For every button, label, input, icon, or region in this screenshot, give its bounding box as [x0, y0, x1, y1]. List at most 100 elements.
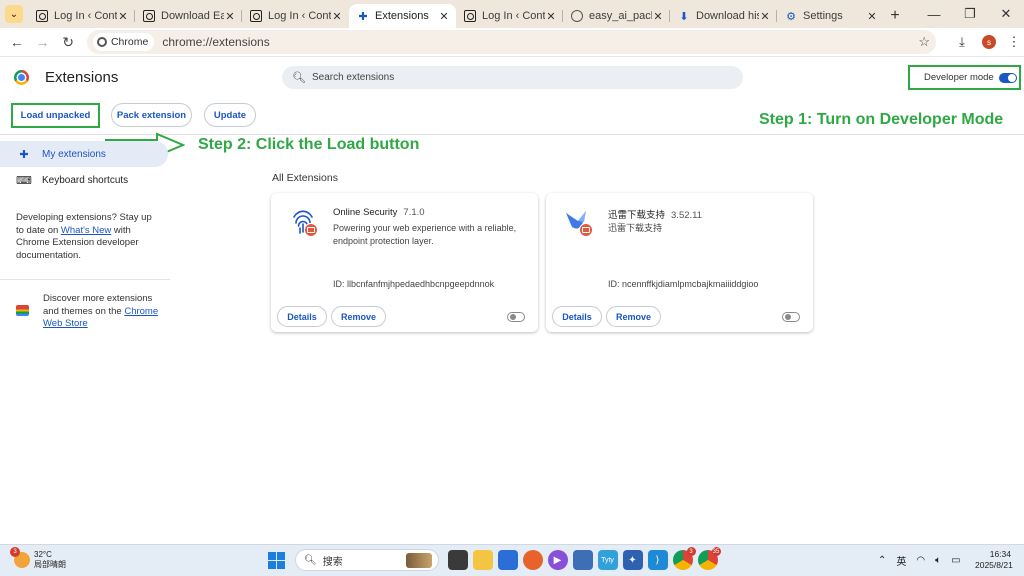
tab-extensions[interactable]: ✚ Extensions ✕	[349, 4, 456, 28]
details-button[interactable]: Details	[552, 306, 602, 327]
extension-enable-toggle[interactable]	[507, 312, 525, 322]
close-icon[interactable]: ✕	[438, 10, 450, 23]
chrome-taskbar-icon[interactable]: 35	[697, 547, 721, 570]
tab-login-1[interactable]: Log In ‹ Conte ✕	[28, 4, 135, 28]
close-icon[interactable]: ✕	[652, 10, 664, 23]
extension-enable-toggle[interactable]	[782, 312, 800, 322]
sidebar-item-my-extensions[interactable]: ✚ My extensions	[0, 141, 168, 167]
tab-easy-ai-package[interactable]: easy_ai_packag ✕	[563, 4, 670, 28]
tab-search-button[interactable]: ⌄	[0, 0, 28, 28]
address-bar[interactable]: Chrome chrome://extensions ☆	[86, 30, 936, 54]
developer-info-text: Developing extensions? Stay up to date o…	[16, 212, 152, 261]
extension-id: ID: ncennffkjdiamlpmcbajkmaiiiddgioo	[608, 279, 759, 289]
keyboard-icon: ⌨	[16, 174, 32, 187]
tab-login-2[interactable]: Log In ‹ Conte ✕	[242, 4, 349, 28]
wordpress-icon	[143, 10, 155, 22]
close-icon[interactable]: ✕	[759, 10, 771, 23]
microsoft-store-icon[interactable]	[497, 550, 518, 570]
file-explorer-icon[interactable]	[472, 550, 493, 570]
feishu-icon[interactable]: ✦	[622, 550, 643, 570]
reload-icon[interactable]: ↻	[55, 34, 81, 51]
site-chip[interactable]: Chrome	[92, 33, 155, 51]
taskbar-clock[interactable]: 16:34 2025/8/21	[975, 549, 1013, 571]
step1-annotation: Step 1: Turn on Developer Mode	[759, 111, 1004, 128]
firefox-icon[interactable]	[522, 550, 543, 570]
tab-download-easy[interactable]: Download Easy ✕	[135, 4, 242, 28]
tab-title: Extensions	[375, 10, 429, 22]
downloads-icon[interactable]: ⤓	[950, 34, 974, 50]
tab-title: Settings	[803, 10, 843, 22]
system-tray: ⌃ 英 ◠ 🔈︎ ▭	[878, 553, 971, 568]
step2-annotation: Step 2: Click the Load button	[198, 136, 420, 153]
restore-icon[interactable]: ❐	[952, 6, 988, 22]
chevron-down-icon: ⌄	[5, 5, 23, 23]
close-icon[interactable]: ✕	[866, 10, 878, 23]
chevron-up-icon[interactable]: ⌃	[878, 555, 886, 566]
minimize-icon[interactable]: —	[916, 7, 952, 22]
close-window-icon[interactable]: ✕	[988, 6, 1024, 22]
sidebar-item-keyboard-shortcuts[interactable]: ⌨ Keyboard shortcuts	[0, 167, 168, 193]
load-unpacked-button[interactable]: Load unpacked	[11, 103, 100, 128]
tab-login-3[interactable]: Log In ‹ Conte ✕	[456, 4, 563, 28]
close-icon[interactable]: ✕	[331, 10, 343, 23]
weather-widget[interactable]: 3 32°C 局部晴朗	[10, 547, 66, 570]
wifi-icon[interactable]: ◠	[916, 555, 925, 566]
tab-title: Download histo	[696, 10, 759, 22]
app-badge-icon	[304, 223, 318, 237]
pack-extension-label: Pack extension	[116, 109, 187, 121]
app-badge-icon	[579, 223, 593, 237]
forward-arrow-icon[interactable]: →	[30, 34, 56, 50]
web-store-text: Discover more extensions and themes on t…	[43, 293, 159, 329]
taskbar-search[interactable]: 🔍︎ 搜索	[295, 549, 439, 571]
download-icon: ⬇	[679, 10, 689, 23]
whats-new-link[interactable]: What's New	[61, 225, 111, 236]
wordpress-icon	[464, 10, 476, 22]
extension-name: 迅雷下载支持 3.52.11	[608, 207, 702, 221]
update-button[interactable]: Update	[204, 103, 256, 127]
tab-download-history[interactable]: ⬇ Download histo ✕	[670, 4, 777, 28]
details-button[interactable]: Details	[277, 306, 327, 327]
extension-description: 迅雷下载支持	[608, 223, 663, 233]
back-arrow-icon[interactable]: ←	[4, 34, 30, 50]
notepad-icon[interactable]	[572, 550, 593, 570]
extension-id: ID: llbcnfanfmjhpedaedhbcnpgeepdnnok	[333, 279, 495, 289]
search-input[interactable]: 🔍︎ Search extensions	[282, 66, 743, 89]
bookmark-star-icon[interactable]: ☆	[918, 34, 930, 50]
windows-taskbar: 3 32°C 局部晴朗 🔍︎ 搜索 ▶ Tyty ✦ ⟩ 3 35 ⌃ 英 ◠ 🔈…	[0, 544, 1024, 576]
search-icon: 🔍︎	[304, 554, 317, 566]
extension-name-text: Online Security	[333, 207, 398, 218]
new-tab-button[interactable]: +	[884, 4, 906, 28]
developer-mode-highlight: Developer mode	[908, 65, 1021, 90]
developer-mode-toggle[interactable]	[999, 73, 1017, 83]
tab-title: Log In ‹ Conte	[54, 10, 117, 22]
remove-button[interactable]: Remove	[331, 306, 386, 327]
pack-extension-button[interactable]: Pack extension	[111, 103, 192, 127]
kebab-menu-icon[interactable]: ⋮	[1004, 34, 1024, 50]
close-icon[interactable]: ✕	[224, 10, 236, 23]
remove-button[interactable]: Remove	[606, 306, 661, 327]
weather-sun-icon: 3	[10, 547, 30, 568]
tab-settings[interactable]: ⚙ Settings ✕	[777, 4, 884, 28]
extension-name-text: 迅雷下载支持	[608, 210, 666, 221]
windows-start-icon[interactable]	[267, 550, 287, 570]
ime-indicator[interactable]: 英	[896, 553, 906, 568]
avatar[interactable]: s	[981, 35, 996, 49]
load-unpacked-label: Load unpacked	[20, 110, 91, 121]
typora-icon[interactable]: Tyty	[597, 550, 618, 570]
extension-description: Powering your web experience with a reli…	[333, 223, 517, 246]
vscode-icon[interactable]: ⟩	[647, 550, 668, 570]
tab-title: Log In ‹ Conte	[268, 10, 331, 22]
volume-icon[interactable]: 🔈︎	[935, 555, 941, 566]
wordpress-icon	[250, 10, 262, 22]
task-view-icon[interactable]	[447, 550, 468, 570]
url-text[interactable]: chrome://extensions	[162, 35, 269, 49]
sidebar-item-label: My extensions	[42, 148, 106, 160]
close-icon[interactable]: ✕	[545, 10, 557, 23]
clock-date: 2025/8/21	[975, 560, 1013, 570]
taskbar-search-label: 搜索	[322, 556, 343, 568]
close-icon[interactable]: ✕	[117, 10, 129, 23]
media-player-icon[interactable]: ▶	[547, 550, 568, 570]
sidebar-item-label: Keyboard shortcuts	[42, 174, 129, 186]
chrome-taskbar-icon[interactable]: 3	[672, 547, 696, 570]
battery-icon[interactable]: ▭	[951, 555, 960, 566]
